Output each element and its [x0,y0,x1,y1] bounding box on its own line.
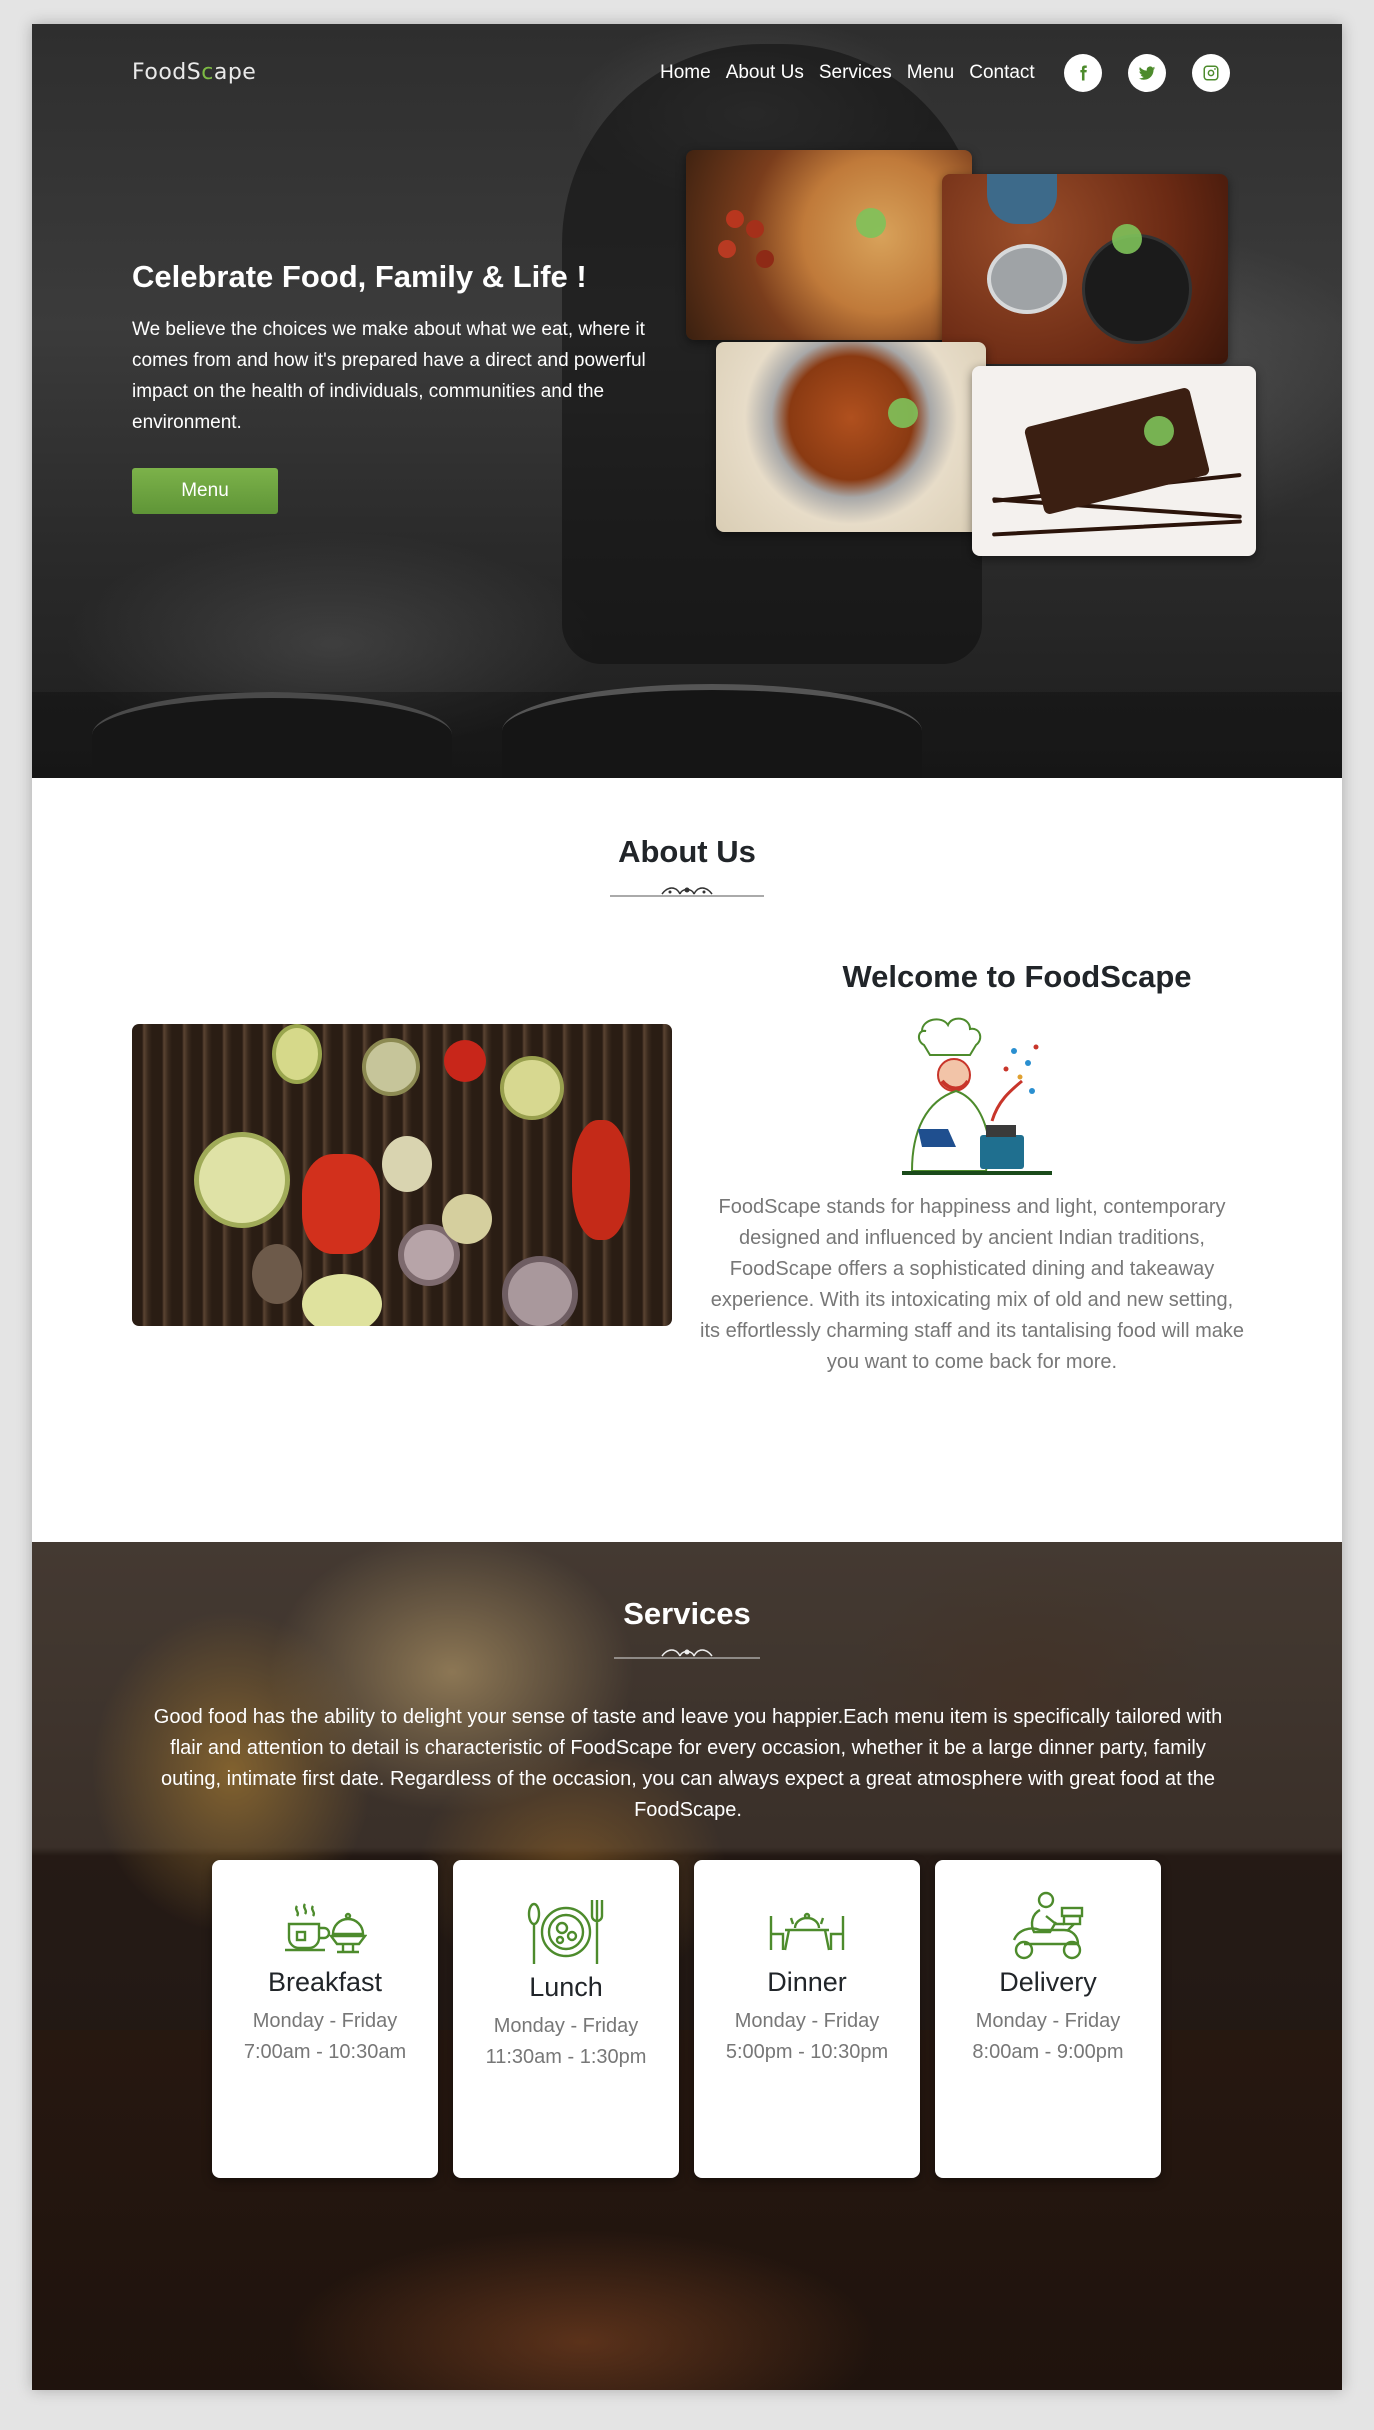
service-card-title: Delivery [999,1967,1097,1997]
service-card-title: Dinner [767,1967,847,1997]
ornament-divider [614,1649,760,1659]
gallery-marker[interactable] [1144,416,1174,446]
service-card-days: Monday - Friday [493,2015,639,2037]
nav-services[interactable]: Services [819,62,892,84]
hero-title: Celebrate Food, Family & Life ! [132,259,587,294]
about-description: FoodScape stands for happiness and light… [700,1196,1244,1373]
service-card-days: Monday - Friday [252,2010,398,2032]
gallery-marker[interactable] [888,398,918,428]
hero-section: FoodScape Home About Us Services Menu Co… [32,24,1342,778]
nav-about-us[interactable]: About Us [726,62,804,84]
nav-menu[interactable]: Menu [907,62,955,84]
page: FoodScape Home About Us Services Menu Co… [32,24,1342,2390]
gallery-marker[interactable] [856,208,886,238]
about-image-grilled-vegetables [132,1024,672,1326]
service-card-dinner[interactable]: Dinner Monday - Friday 5:00pm - 10:30pm [694,1860,920,2178]
about-title: About Us [618,834,756,869]
twitter-icon[interactable] [1128,54,1166,92]
services-title: Services [623,1596,751,1631]
service-card-title: Lunch [529,1972,603,2002]
menu-button[interactable]: Menu [132,468,278,514]
gallery-image-curry [716,342,986,532]
service-card-hours: 7:00am - 10:30am [243,2041,407,2063]
hero-background-pan [502,684,922,778]
nav-contact[interactable]: Contact [969,62,1034,84]
service-card-title: Breakfast [267,1967,383,1997]
service-card-breakfast[interactable]: Breakfast Monday - Friday 7:00am - 10:30… [212,1860,438,2178]
service-card-hours: 8:00am - 9:00pm [972,2041,1124,2063]
welcome-heading: Welcome to FoodScape [842,959,1192,994]
service-card-days: Monday - Friday [975,2010,1121,2032]
lunch-icon [527,1900,604,1964]
nav-home[interactable]: Home [660,62,711,84]
facebook-icon[interactable] [1064,54,1102,92]
service-card-delivery[interactable]: Delivery Monday - Friday 8:00am - 9:00pm [935,1860,1161,2178]
delivery-icon [1012,1891,1084,1960]
gallery-image-chocolate-cake [972,366,1256,556]
chef-cooking-illustration [902,1017,1052,1175]
instagram-icon[interactable] [1192,54,1230,92]
service-card-hours: 11:30am - 1:30pm [485,2046,647,2068]
gallery-image-tea [942,174,1228,364]
services-description: Good food has the ability to delight you… [153,1706,1223,1821]
service-card-days: Monday - Friday [734,2010,880,2032]
main-nav: Home About Us Services Menu Contact [660,62,1050,84]
dinner-icon [769,1912,845,1951]
hero-description: We believe the choices we make about wha… [132,319,646,433]
site-logo[interactable]: FoodScape [132,60,256,85]
hero-background-pan [92,692,452,778]
service-card-lunch[interactable]: Lunch Monday - Friday 11:30am - 1:30pm [453,1860,679,2178]
breakfast-icon [285,1903,367,1954]
service-card-hours: 5:00pm - 10:30pm [725,2041,889,2063]
gallery-image-pizza [686,150,972,340]
services-section: Services Good food has the ability to de… [32,1542,1342,2390]
ornament-divider [610,887,764,897]
gallery-marker[interactable] [1112,224,1142,254]
